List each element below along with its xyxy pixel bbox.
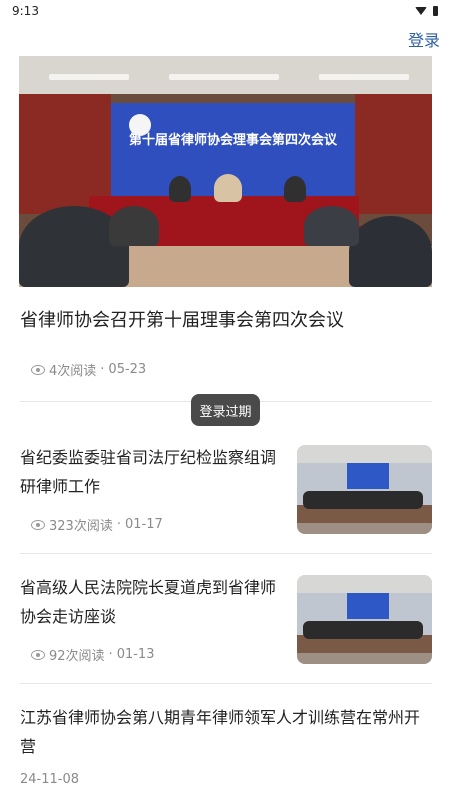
- emblem-icon: [129, 114, 151, 136]
- toast-message: 登录过期: [191, 394, 260, 426]
- eye-icon: [31, 649, 45, 660]
- eye-icon: [31, 519, 45, 530]
- news-title[interactable]: 省高级人民法院院长夏道虎到省律师协会走访座谈: [20, 573, 290, 631]
- status-icons: [415, 6, 438, 16]
- hero-curtain-right: [355, 94, 432, 214]
- hero-light: [169, 74, 279, 80]
- thumb-screen: [347, 463, 389, 489]
- person-figure: [349, 216, 432, 287]
- thumb-people: [303, 621, 423, 639]
- featured-title[interactable]: 省律师协会召开第十届理事会第四次会议: [20, 306, 344, 332]
- article-date: 24-11-08: [20, 772, 80, 787]
- person-figure: [284, 176, 306, 202]
- news-title[interactable]: 江苏省律师协会第八期青年律师领军人才训练营在常州开营: [20, 703, 432, 761]
- wifi-icon: [415, 7, 427, 15]
- person-figure: [214, 174, 242, 202]
- top-bar: 登录: [0, 22, 450, 56]
- featured-image[interactable]: 第十届省律师协会理事会第四次会议: [19, 56, 432, 287]
- thumb-ceiling: [297, 575, 432, 593]
- person-figure: [109, 206, 159, 246]
- status-time: 9:13: [12, 4, 39, 18]
- news-meta: 323次阅读 · 01-17: [31, 515, 163, 534]
- news-thumbnail[interactable]: [297, 445, 432, 534]
- read-count: 92次阅读: [49, 649, 105, 664]
- news-thumbnail[interactable]: [297, 575, 432, 664]
- article-date: 05-23: [108, 362, 147, 377]
- battery-icon: [433, 6, 438, 16]
- eye-icon: [31, 364, 45, 375]
- person-figure: [169, 176, 191, 202]
- meta-separator: ·: [100, 362, 105, 377]
- hero-light: [319, 74, 409, 80]
- meta-separator: ·: [116, 517, 121, 532]
- divider: [20, 683, 432, 684]
- meta-separator: ·: [108, 647, 113, 662]
- hero-light: [49, 74, 129, 80]
- thumb-screen: [347, 593, 389, 619]
- status-bar: 9:13: [0, 0, 450, 22]
- read-count: 323次阅读: [49, 519, 113, 534]
- news-title[interactable]: 省纪委监委驻省司法厅纪检监察组调研律师工作: [20, 443, 290, 501]
- divider: [20, 553, 432, 554]
- article-date: 01-13: [116, 647, 155, 662]
- read-count: 4次阅读: [49, 364, 97, 379]
- person-figure: [304, 206, 359, 246]
- news-meta: 92次阅读 · 01-13: [31, 645, 154, 664]
- thumb-ceiling: [297, 445, 432, 463]
- login-link[interactable]: 登录: [408, 27, 440, 51]
- featured-meta: 4次阅读 · 05-23: [31, 360, 146, 379]
- article-date: 01-17: [124, 517, 163, 532]
- thumb-people: [303, 491, 423, 509]
